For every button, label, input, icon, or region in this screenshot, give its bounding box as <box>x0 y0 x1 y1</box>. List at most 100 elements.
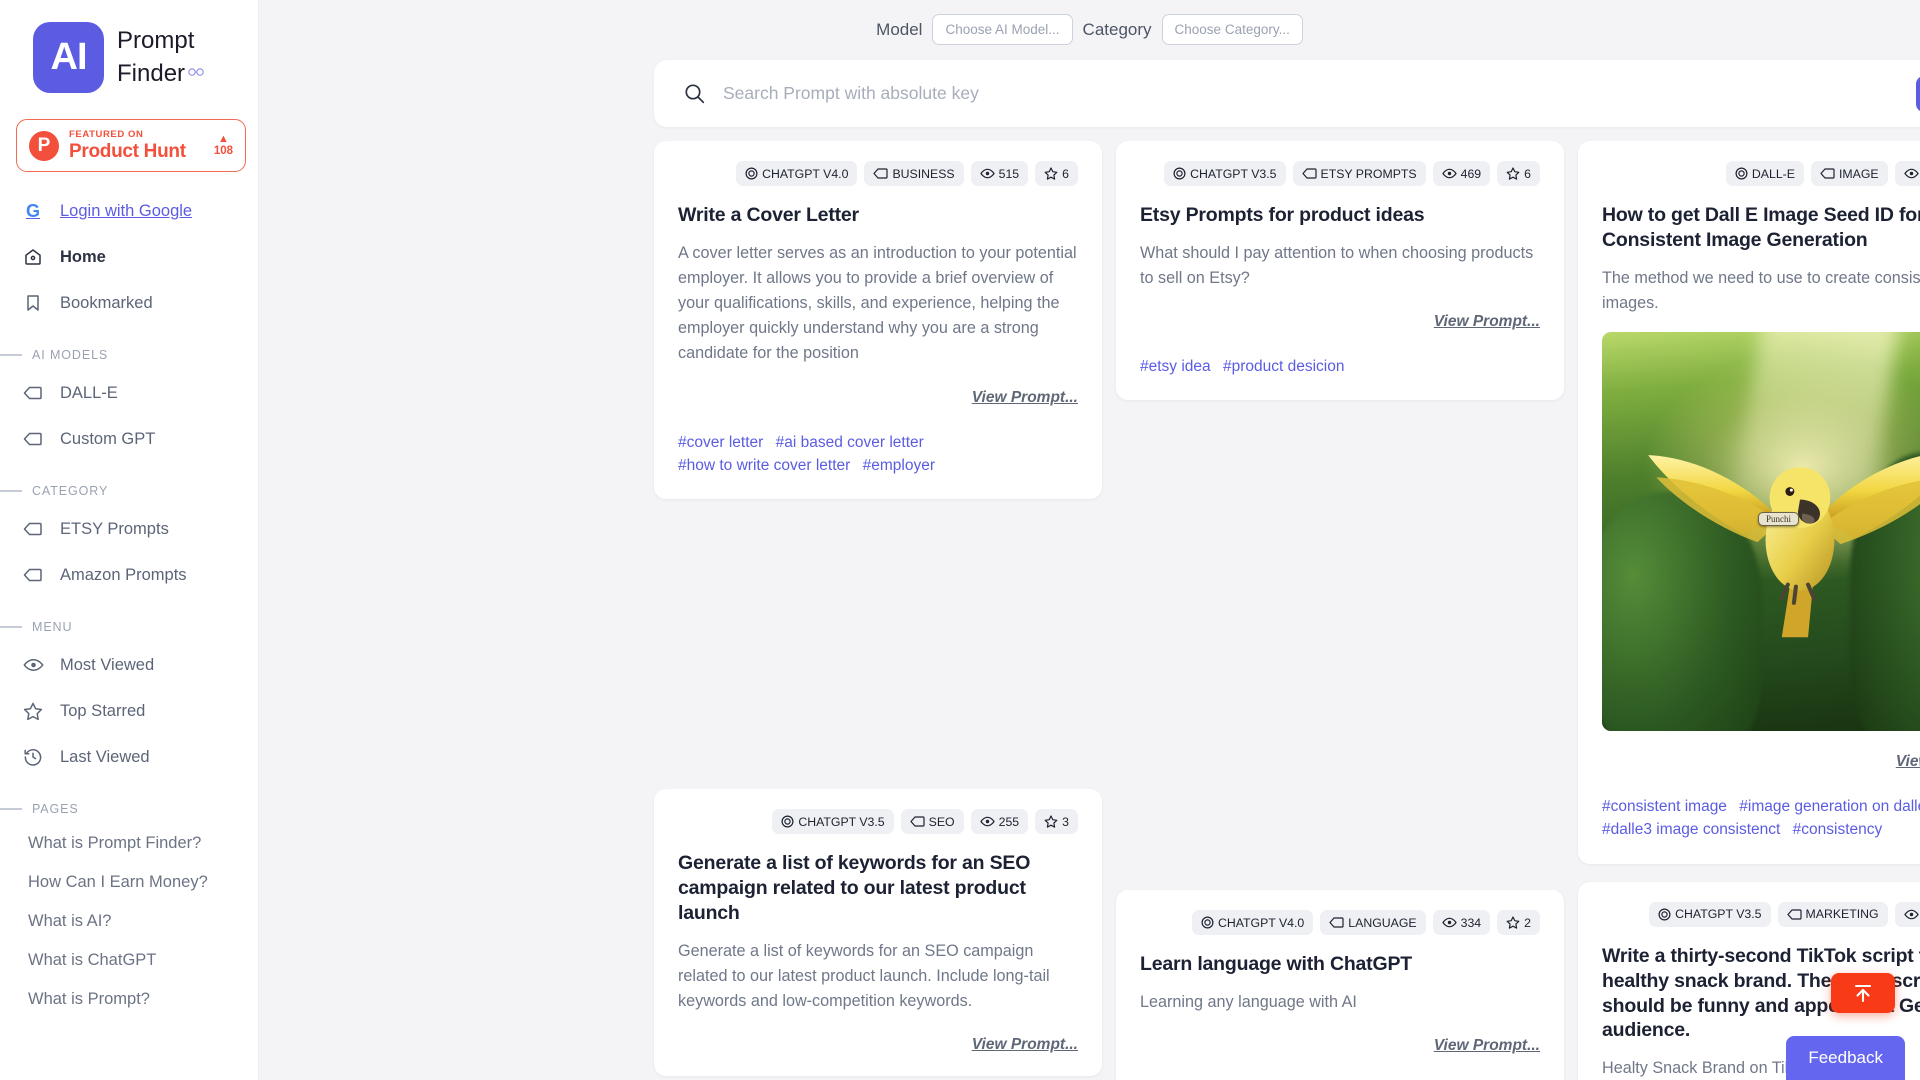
product-hunt-upvote-count: 108 <box>213 145 233 158</box>
eye-icon <box>979 168 995 179</box>
sidebar-item-bookmarked[interactable]: Bookmarked <box>0 280 258 326</box>
brand-logo-area[interactable]: AI Prompt Finder <box>0 0 258 93</box>
prompt-card[interactable]: CHATGPT V4.0 LANGUAGE 334 2 Learn langua… <box>1116 890 1564 1080</box>
sidebar-page-what-is-prompt[interactable]: What is Prompt? <box>0 980 258 1019</box>
views-count: 255 <box>998 814 1020 829</box>
add-new-button[interactable]: + Add New <box>1915 75 1920 112</box>
sidebar-page-what-is-chatgpt[interactable]: What is ChatGPT <box>0 941 258 980</box>
stars-count: 2 <box>1524 915 1531 930</box>
caret-up-icon: ▲ <box>217 133 229 146</box>
category-badge-label: BUSINESS <box>892 166 955 181</box>
category-badge[interactable]: ETSY PROMPTS <box>1292 161 1426 186</box>
scroll-to-top-button[interactable] <box>1831 973 1895 1013</box>
tag[interactable]: #etsy idea <box>1140 355 1211 378</box>
model-badge[interactable]: CHATGPT V3.5 <box>1164 161 1286 186</box>
view-prompt-link[interactable]: View Prompt... <box>1140 313 1540 331</box>
product-hunt-badge[interactable]: P FEATURED ON Product Hunt ▲ 108 <box>16 119 246 172</box>
stars-badge[interactable]: 6 <box>1035 161 1078 186</box>
category-badge[interactable]: BUSINESS <box>864 161 964 186</box>
section-dash <box>0 354 22 356</box>
view-prompt-link[interactable]: View Prompt... <box>1602 753 1920 771</box>
model-select[interactable]: Choose AI Model... <box>932 14 1073 45</box>
sidebar-page-what-is-ai[interactable]: What is AI? <box>0 902 258 941</box>
main-content: Model Choose AI Model... Category Choose… <box>259 0 1920 1080</box>
category-badge[interactable]: SEO <box>900 809 964 834</box>
view-prompt-link[interactable]: View Prompt... <box>1140 1037 1540 1055</box>
sidebar-section-category: CATEGORY <box>0 462 258 506</box>
tag[interactable]: #consistency <box>1793 818 1883 841</box>
views-badge: 515 <box>970 161 1029 186</box>
model-badge[interactable]: CHATGPT V3.5 <box>1649 901 1771 927</box>
tag[interactable]: #consistent image <box>1602 795 1727 818</box>
model-badge[interactable]: CHATGPT V4.0 <box>736 161 858 186</box>
parrot-illustration <box>1648 454 1920 637</box>
prompt-card[interactable]: CHATGPT V3.5 ETSY PROMPTS 469 6 Etsy Pro… <box>1116 141 1564 401</box>
star-icon <box>1044 167 1058 180</box>
category-badge-label: IMAGE <box>1838 166 1879 181</box>
category-select[interactable]: Choose Category... <box>1161 14 1303 45</box>
stars-badge[interactable]: 3 <box>1035 809 1078 834</box>
model-badge[interactable]: CHATGPT V4.0 <box>1191 910 1314 936</box>
card-badges: CHATGPT V3.5 SEO 255 3 <box>678 809 1078 834</box>
star-icon <box>1506 167 1520 180</box>
model-badge[interactable]: DALL-E <box>1725 161 1804 186</box>
filter-toolbar: Model Choose AI Model... Category Choose… <box>259 0 1920 59</box>
sidebar-page-what-is-prompt-finder[interactable]: What is Prompt Finder? <box>0 824 258 863</box>
sidebar-page-how-can-i-earn-money[interactable]: How Can I Earn Money? <box>0 863 258 902</box>
tag-icon <box>1329 917 1344 929</box>
prompt-card[interactable]: CHATGPT V4.0 BUSINESS 515 6 Write a Cove… <box>654 141 1102 499</box>
category-badge[interactable]: LANGUAGE <box>1320 910 1426 936</box>
app-title-line2: Finder <box>117 59 186 87</box>
sidebar-item-last-viewed[interactable]: Last Viewed <box>0 734 258 780</box>
tag[interactable]: #ai based cover letter <box>776 431 924 454</box>
tag[interactable]: #how to write cover letter <box>678 454 850 477</box>
image-watermark: Punchi <box>1758 511 1800 526</box>
section-dash <box>0 626 22 628</box>
tag[interactable]: #employer <box>863 454 935 477</box>
tag[interactable]: #cover letter <box>678 431 763 454</box>
search-input[interactable] <box>723 83 1916 104</box>
model-badge[interactable]: CHATGPT V3.5 <box>772 809 894 834</box>
product-hunt-votes: ▲ 108 <box>214 133 233 158</box>
google-icon: G <box>25 200 40 221</box>
sidebar-item-amazon-prompts[interactable]: Amazon Prompts <box>0 552 258 598</box>
model-filter-label: Model <box>876 19 923 39</box>
sidebar-item-label: Login with Google <box>60 201 193 220</box>
section-title: AI MODELS <box>32 348 109 362</box>
star-icon <box>1506 916 1520 930</box>
section-title: MENU <box>32 620 73 634</box>
sidebar-item-home[interactable]: Home <box>0 234 258 280</box>
tag-icon <box>1786 909 1802 920</box>
prompt-card[interactable]: DALL-E IMAGE 261 4 How to get D <box>1578 141 1920 864</box>
sidebar-item-label: Last Viewed <box>60 747 150 766</box>
section-title: CATEGORY <box>32 484 109 498</box>
sidebar-item-custom-gpt[interactable]: Custom GPT <box>0 416 258 462</box>
sidebar-item-login-with-google[interactable]: G Login with Google <box>0 188 258 234</box>
section-dash <box>0 808 22 810</box>
category-badge[interactable]: IMAGE <box>1810 161 1888 186</box>
sidebar-item-dall-e[interactable]: DALL-E <box>0 370 258 416</box>
category-badge[interactable]: MARKETING <box>1777 901 1888 927</box>
stars-badge[interactable]: 2 <box>1497 910 1540 936</box>
prompt-card[interactable]: CHATGPT V3.5 SEO 255 3 Generate a list o… <box>654 789 1102 1077</box>
tag[interactable]: #image generation on dalle3 <box>1739 795 1920 818</box>
views-count: 334 <box>1460 915 1482 930</box>
view-prompt-link[interactable]: View Prompt... <box>678 389 1078 407</box>
eye-icon <box>979 816 995 827</box>
card-description: What should I pay attention to when choo… <box>1140 243 1534 288</box>
sidebar-item-top-starred[interactable]: Top Starred <box>0 688 258 734</box>
view-prompt-link[interactable]: View Prompt... <box>678 1036 1078 1054</box>
card-title: Etsy Prompts for product ideas <box>1140 204 1425 226</box>
sidebar-item-etsy-prompts[interactable]: ETSY Prompts <box>0 506 258 552</box>
stars-badge[interactable]: 6 <box>1497 161 1540 186</box>
sidebar: AI Prompt Finder P FEATURED ON Product H… <box>0 0 259 1080</box>
tag[interactable]: #product desicion <box>1223 355 1345 378</box>
feedback-button[interactable]: Feedback <box>1786 1036 1905 1080</box>
grid-column-2: CHATGPT V3.5 ETSY PROMPTS 469 6 Etsy Pro… <box>1116 141 1564 1080</box>
tag[interactable]: #dalle3 image consistenct <box>1602 818 1780 841</box>
sidebar-item-label: DALL-E <box>60 383 118 402</box>
prompt-image: Punchi <box>1602 332 1920 732</box>
grid-column-1: CHATGPT V4.0 BUSINESS 515 6 Write a Cove… <box>654 141 1102 1077</box>
sidebar-item-most-viewed[interactable]: Most Viewed <box>0 642 258 688</box>
tag-icon <box>1301 168 1317 179</box>
